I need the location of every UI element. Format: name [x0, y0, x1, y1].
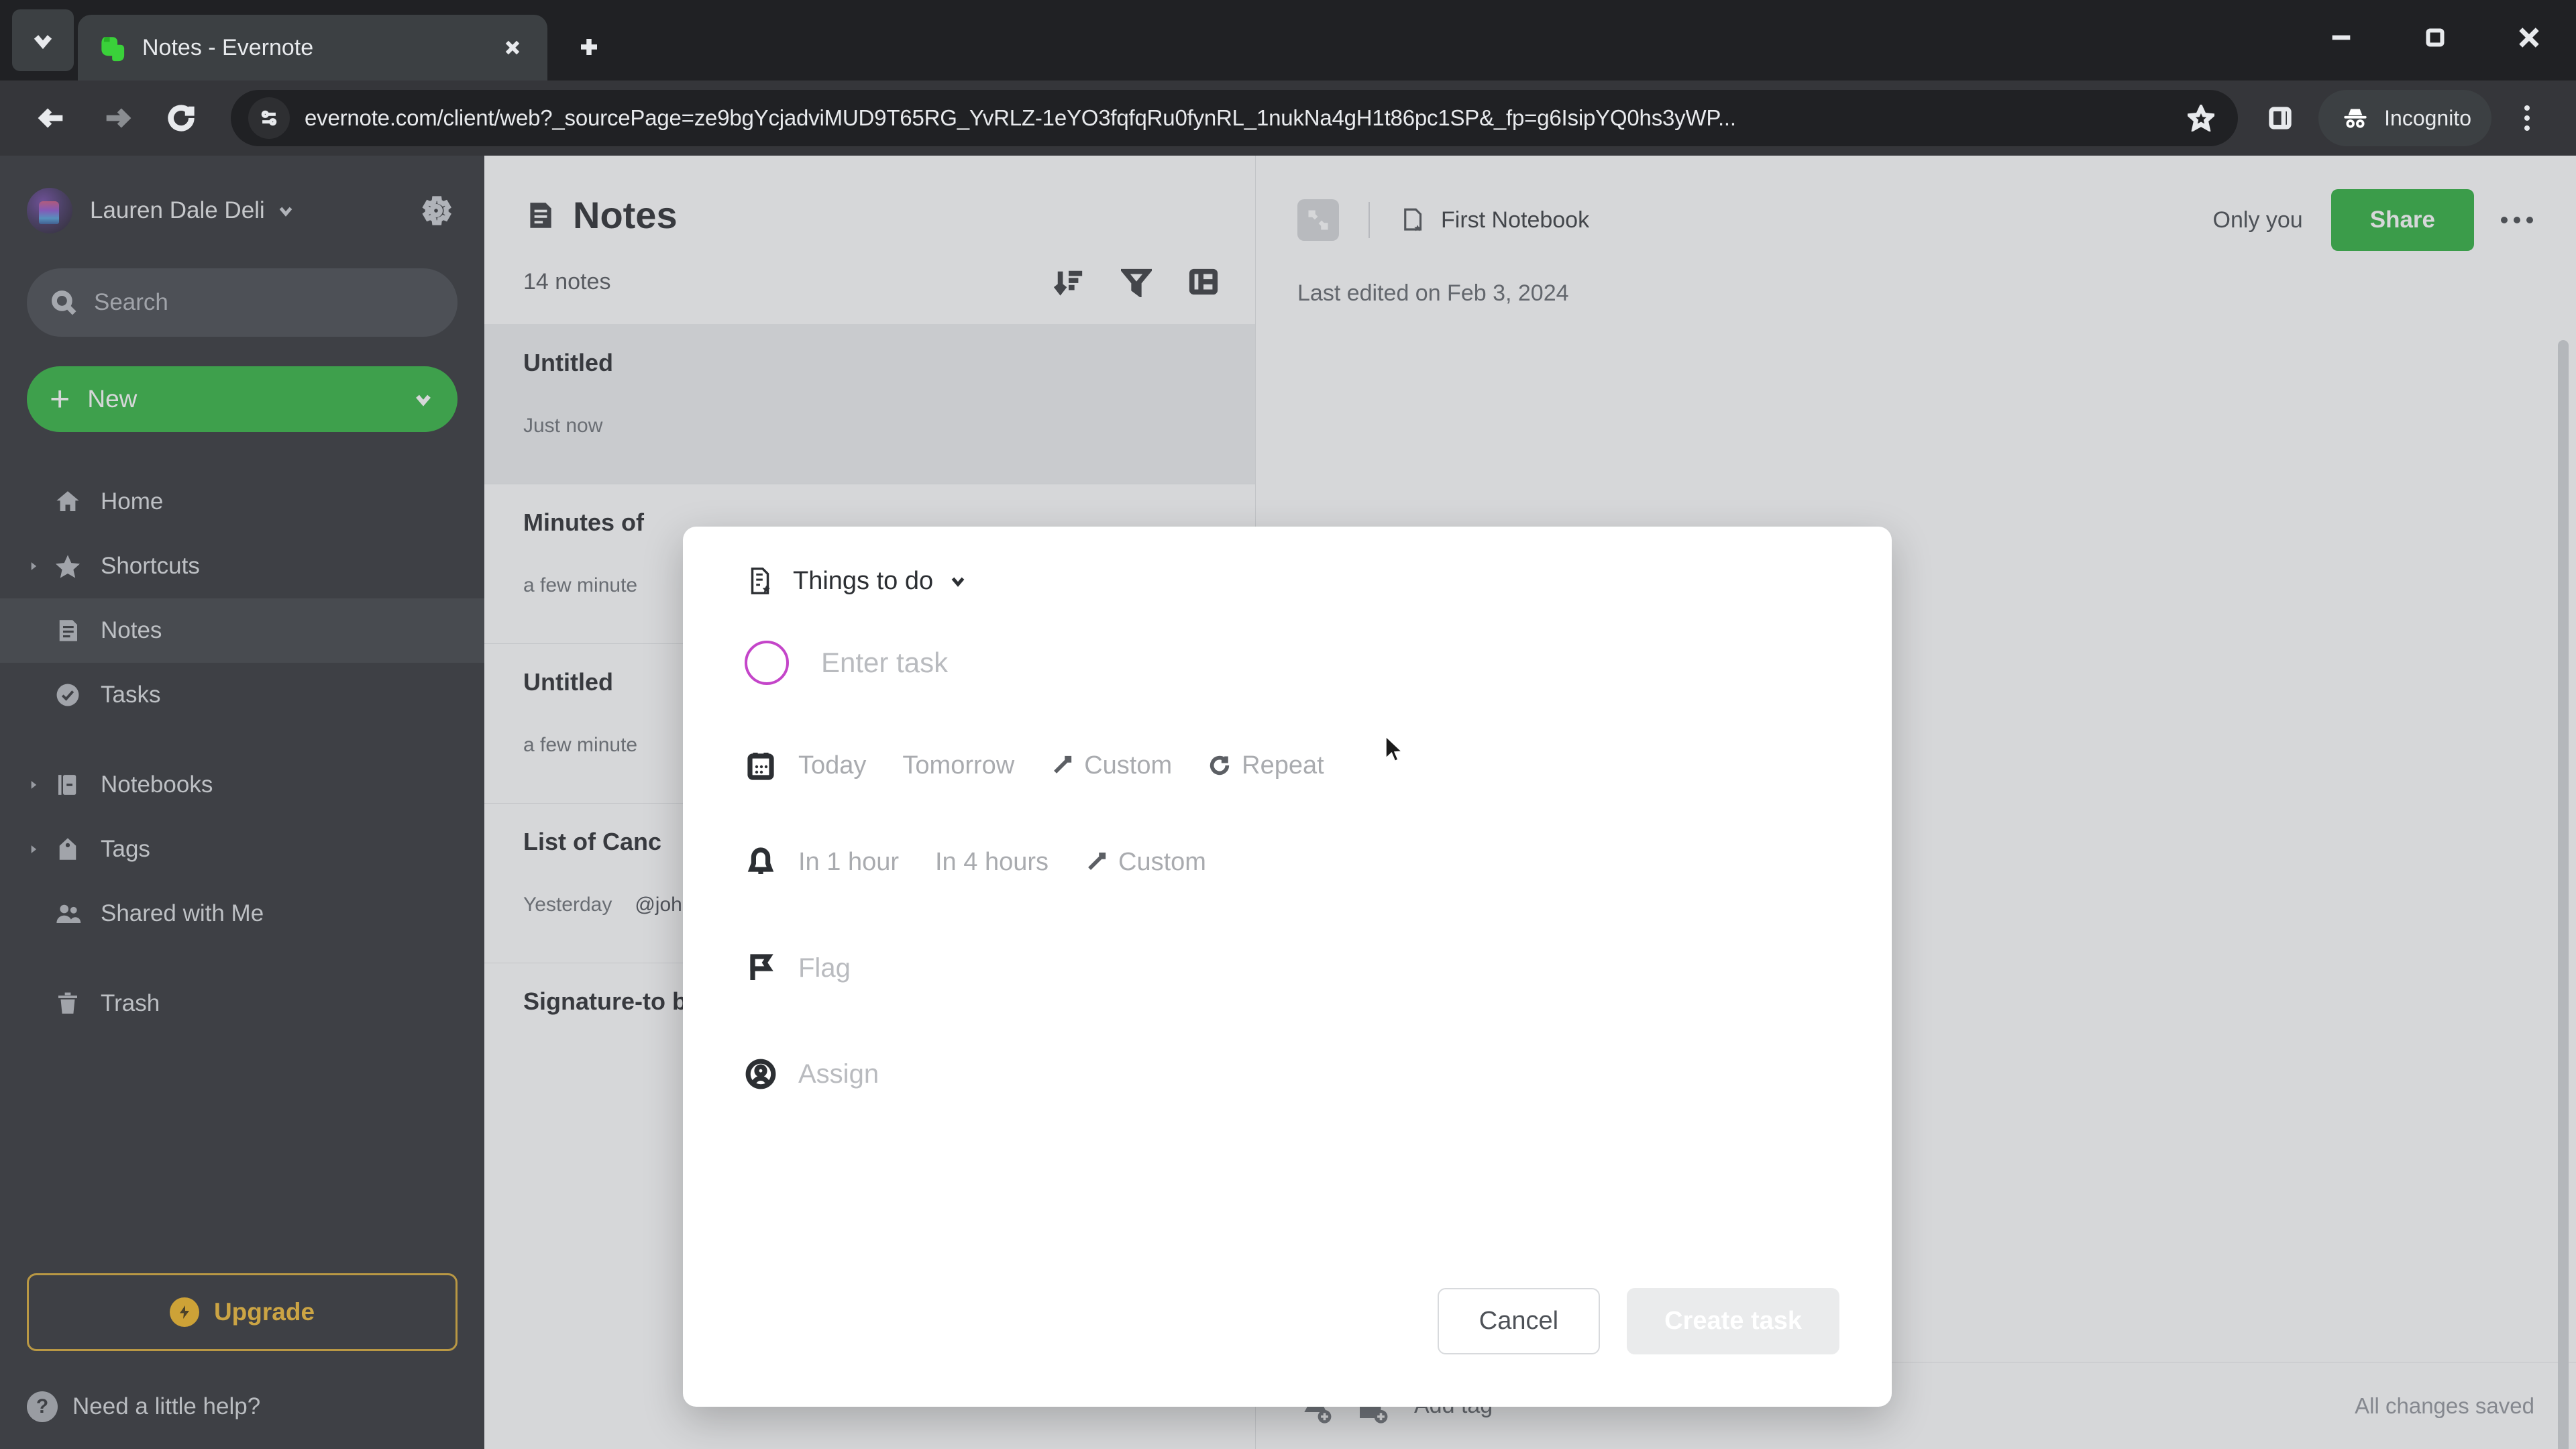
task-input-row: [683, 596, 1892, 685]
repeat-icon: [1208, 754, 1231, 777]
chip-label: Today: [798, 751, 867, 780]
chip-repeat[interactable]: Repeat: [1208, 751, 1324, 780]
chip-label: Repeat: [1242, 751, 1324, 780]
maximize-button[interactable]: [2388, 0, 2482, 75]
chip-label: Custom: [1118, 847, 1206, 876]
site-info-button[interactable]: [248, 97, 290, 139]
reload-button[interactable]: [149, 86, 213, 150]
app-viewport: Lauren Dale Deli Search + New Home Short…: [0, 156, 2576, 1449]
person-circle-icon: [745, 1058, 784, 1090]
profile-label: Incognito: [2384, 105, 2471, 130]
forward-arrow-icon: [106, 108, 131, 128]
date-chips: Today Tomorrow Custom Repeat: [798, 751, 1360, 780]
back-arrow-icon: [38, 108, 63, 128]
assign-label: Assign: [798, 1059, 879, 1089]
url-text: evernote.com/client/web?_sourcePage=ze9b…: [305, 105, 1736, 130]
profile-incognito-button[interactable]: Incognito: [2318, 90, 2491, 146]
reminder-chips: In 1 hour In 4 hours Custom: [798, 848, 1242, 877]
tab-title: Notes - Evernote: [142, 34, 314, 60]
back-button[interactable]: [20, 86, 85, 150]
pencil-icon: [1051, 754, 1073, 777]
task-reminder-row: In 1 hour In 4 hours Custom: [683, 846, 1892, 878]
maximize-icon: [2426, 28, 2445, 47]
reload-icon: [168, 105, 195, 131]
flag-icon: [745, 952, 784, 984]
incognito-icon: [2344, 109, 2367, 128]
task-input[interactable]: [821, 647, 1760, 679]
chip-label: In 1 hour: [798, 847, 899, 876]
chip-tomorrow[interactable]: Tomorrow: [902, 751, 1014, 780]
browser-menu-button[interactable]: [2498, 89, 2556, 147]
chip-label: Tomorrow: [902, 751, 1015, 780]
browser-tab-active[interactable]: Notes - Evernote: [78, 15, 547, 80]
pencil-icon: [1085, 851, 1108, 873]
create-task-button[interactable]: Create task: [1627, 1288, 1839, 1354]
task-date-row: Today Tomorrow Custom Repeat: [683, 749, 1892, 782]
evernote-elephant-icon: [101, 37, 125, 62]
minimize-icon: [2332, 35, 2351, 40]
menu-dot: [2524, 125, 2530, 131]
close-icon: [2519, 28, 2539, 48]
menu-dot: [2524, 105, 2530, 111]
chevron-down-icon: [34, 35, 52, 50]
chevron-down-icon: [951, 577, 965, 587]
chip-label: In 4 hours: [935, 847, 1049, 876]
modal-notebook-label: Things to do: [793, 566, 934, 595]
modal-notebook-chevron[interactable]: [948, 571, 968, 591]
chip-label: Custom: [1084, 751, 1173, 780]
address-bar[interactable]: evernote.com/client/web?_sourcePage=ze9b…: [231, 90, 2239, 146]
new-tab-button[interactable]: [562, 20, 616, 74]
window-controls: [2294, 0, 2576, 75]
chip-in-4-hours[interactable]: In 4 hours: [935, 848, 1049, 877]
tab-search-button[interactable]: [12, 9, 74, 71]
create-task-modal: Things to do Today Tomorrow: [683, 527, 1892, 1407]
menu-dot: [2524, 115, 2530, 121]
task-assign-row[interactable]: Assign: [683, 1058, 1892, 1090]
page-settings-icon: [261, 110, 277, 126]
chip-today[interactable]: Today: [798, 751, 866, 780]
task-flag-row[interactable]: Flag: [683, 952, 1892, 984]
side-panel-icon: [2269, 107, 2292, 129]
chip-custom-reminder[interactable]: Custom: [1085, 848, 1206, 877]
bookmark-button[interactable]: [2175, 92, 2227, 144]
browser-window: Notes - Evernote evernote.com/client/web…: [0, 0, 2576, 1449]
flag-label: Flag: [798, 953, 851, 983]
close-window-button[interactable]: [2482, 0, 2576, 75]
tab-close-button[interactable]: [495, 30, 530, 65]
chip-custom-date[interactable]: Custom: [1051, 751, 1172, 780]
minimize-button[interactable]: [2294, 0, 2388, 75]
forward-button[interactable]: [85, 86, 149, 150]
plus-icon: [581, 39, 597, 55]
modal-actions: Cancel Create task: [1437, 1288, 1839, 1354]
chip-in-1-hour[interactable]: In 1 hour: [798, 848, 899, 877]
side-panel-button[interactable]: [2251, 89, 2309, 147]
cancel-button[interactable]: Cancel: [1437, 1288, 1601, 1354]
calendar-icon: [745, 749, 784, 782]
close-icon: [505, 40, 520, 55]
mouse-cursor: [1385, 735, 1404, 762]
browser-toolbar: evernote.com/client/web?_sourcePage=ze9b…: [0, 80, 2576, 156]
notebook-star-icon: [745, 566, 775, 596]
task-circle-icon[interactable]: [745, 641, 789, 685]
bell-icon: [745, 846, 784, 878]
modal-notebook-selector[interactable]: Things to do: [683, 527, 1892, 596]
star-icon: [2188, 105, 2215, 131]
tab-strip: Notes - Evernote: [0, 0, 2576, 80]
